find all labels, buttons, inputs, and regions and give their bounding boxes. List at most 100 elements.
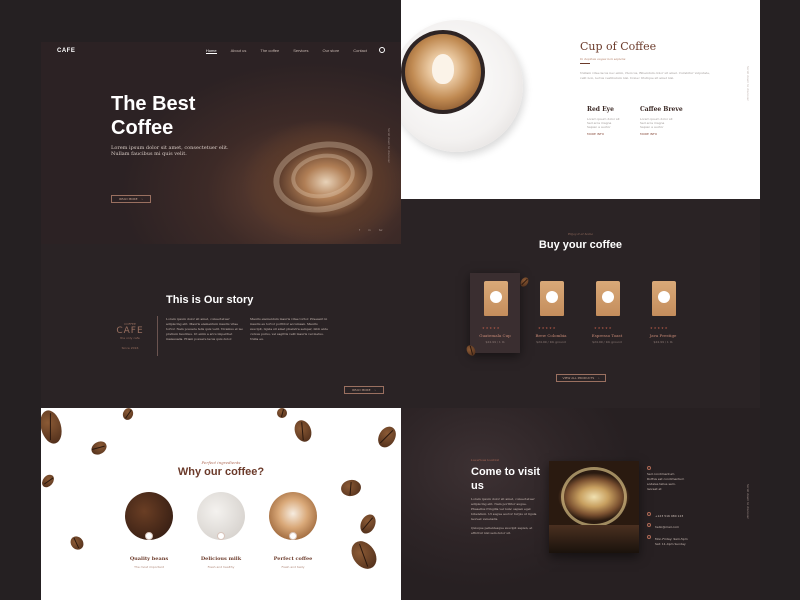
why-sup: Perfect ingredients: [201, 460, 241, 465]
main-nav: Home About us The coffee Services Our st…: [205, 48, 367, 54]
site-logo[interactable]: CAFE: [57, 48, 75, 54]
address-line: laoreet et: [647, 487, 662, 491]
caffee-breve-more-info-link[interactable]: MORE INFO: [640, 132, 695, 136]
view-all-products-button[interactable]: VIEW ALL PRODUCTS ›: [556, 374, 606, 382]
phone-icon: [647, 512, 651, 516]
cup-item-name: Caffee Breve: [640, 106, 683, 113]
product-card-espresso[interactable]: ★★★★★ Espresso Toast $24.99 / 1lb ground: [582, 273, 632, 353]
feature-dot-icon: [145, 532, 153, 540]
email-icon: [647, 523, 651, 527]
cafe-interior-photo: [549, 461, 639, 553]
badge-sub-text: the only cafe: [120, 336, 140, 340]
badge-since-text: Since 2016: [121, 346, 139, 350]
nav-store[interactable]: Our store: [323, 48, 340, 54]
rating-stars: ★★★★★: [650, 326, 669, 330]
address-line: Sed condimentum: [647, 472, 675, 476]
hours-text: Mon-Friday: 9am-5pm: [655, 537, 688, 541]
location-icon: [647, 466, 651, 470]
latte-art: [405, 34, 481, 110]
rating-stars: ★★★★★: [594, 326, 613, 330]
product-name[interactable]: Brew Colombia: [526, 333, 576, 338]
feature-name: Perfect coffee: [273, 556, 313, 562]
rating-stars: ★★★★★: [482, 326, 501, 330]
cup-item-caffee-breve: Caffee Breve Lorem ipsum dolor sit Sed e…: [640, 106, 695, 136]
feature-name: Quality beans: [129, 556, 169, 562]
product-card-java[interactable]: ★★★★★ Java Prestige $24.99 / 1 lb: [638, 273, 688, 353]
coffee-bean-decoration: [374, 423, 400, 451]
product-card-guatemala[interactable]: ★★★★★ Guatemala Cup $24.99 / 1 lb: [470, 273, 520, 353]
product-name[interactable]: Espresso Toast: [582, 333, 632, 338]
buy-title: Buy your coffee: [538, 239, 623, 251]
coffee-bean-decoration: [41, 408, 66, 447]
feature-delicious-milk: Delicious milk Fresh and healthy: [186, 492, 256, 569]
feature-dot-icon: [217, 532, 225, 540]
red-eye-more-info-link[interactable]: MORE INFO: [587, 132, 642, 136]
view-all-products-label: VIEW ALL PRODUCTS: [562, 376, 595, 380]
feature-quality-beans: Quality beans The most important: [114, 492, 184, 569]
story-title: This is Our story: [166, 294, 254, 306]
cup-subtitle: In dapibus augue non sapiens: [580, 57, 626, 61]
nav-services[interactable]: Services: [293, 48, 308, 54]
arrow-right-icon: ›: [141, 197, 143, 201]
latte-heart: [432, 54, 454, 84]
cafe-crowd: [549, 525, 639, 553]
beans-image: [125, 492, 173, 540]
nav-about[interactable]: About us: [231, 48, 247, 54]
badge-main-text: CAFE: [116, 326, 144, 336]
coffee-bean-decoration: [277, 408, 287, 418]
linkedin-icon[interactable]: in: [368, 228, 371, 232]
scroll-hint: Scroll down to discover: [746, 66, 750, 101]
phone-text[interactable]: +123 516 980 123: [655, 514, 683, 518]
cup-title: Cup of Coffee: [580, 40, 657, 53]
product-name[interactable]: Java Prestige: [638, 333, 688, 338]
feature-sub: The most important: [134, 565, 164, 569]
cup-item-bullet: Sapien a auctor: [640, 125, 664, 129]
visit-title: Come to visit us: [471, 466, 541, 492]
product-price: $24.99 / 1lb ground: [592, 340, 622, 344]
visit-description: Lorem ipsum dolor sit amet, consectetuer…: [471, 497, 541, 536]
latte-image: [269, 492, 317, 540]
why-our-coffee-section: Perfect ingredients Why our coffee? Qual…: [41, 408, 401, 600]
coffee-bag-image: [652, 281, 676, 316]
cup-item-name: Red Eye: [587, 106, 614, 113]
twitter-icon[interactable]: tw: [379, 228, 383, 232]
cup-divider: [580, 63, 590, 64]
product-card-colombia[interactable]: ★★★★★ Brew Colombia $24.99 / 1lb ground: [526, 273, 576, 353]
hero-read-more-label: READ MORE: [119, 197, 138, 201]
our-story-section: This is Our story COFFEE CAFE the only c…: [41, 244, 401, 408]
buy-coffee-section: Enjoy it at home Buy your coffee ★★★★★ G…: [401, 199, 760, 408]
hero-read-more-button[interactable]: READ MORE ›: [111, 195, 151, 203]
story-read-more-button[interactable]: READ MORE ›: [344, 386, 384, 394]
cup-of-coffee-section: Cup of Coffee In dapibus augue non sapie…: [401, 0, 760, 199]
rating-stars: ★★★★★: [538, 326, 557, 330]
coffee-bean-decoration: [67, 533, 87, 553]
coffee-bag-image: [540, 281, 564, 316]
story-divider: [157, 316, 158, 356]
facebook-icon[interactable]: f: [359, 228, 360, 232]
scroll-hint: Scroll down to discover: [387, 128, 391, 163]
cup-description: Nullam vitae lacus nec enim, rhoncus, Bi…: [580, 71, 710, 80]
feature-dot-icon: [289, 532, 297, 540]
cup-item-red-eye: Red Eye Lorem ipsum dolor sit Sed eros m…: [587, 106, 642, 136]
feature-perfect-coffee: Perfect coffee Fresh and tasty: [258, 492, 328, 569]
story-text-left: Lorem ipsum dolor sit amet, consectetuer…: [166, 317, 244, 341]
arrow-right-icon: ›: [598, 376, 600, 380]
visit-desc-paragraph: Quisque pellentesque suscipit sapien, et…: [471, 526, 533, 535]
coffee-bean-decoration: [89, 438, 109, 458]
cart-icon[interactable]: [379, 47, 385, 53]
nav-contact[interactable]: Contact: [353, 48, 367, 54]
social-links: f in tw: [359, 228, 382, 232]
hero-title: The Best Coffee: [111, 93, 196, 139]
email-text[interactable]: hello@mail.com: [655, 525, 679, 529]
coffee-cup-image: [401, 20, 523, 152]
cup-item-bullet: Sapien a auctor: [587, 125, 611, 129]
nav-home[interactable]: Home: [205, 48, 217, 54]
nav-coffee[interactable]: The coffee: [260, 48, 279, 54]
coffee-bean-decoration: [346, 536, 382, 574]
product-name[interactable]: Guatemala Cup: [470, 333, 520, 338]
visit-desc-paragraph: Lorem ipsum dolor sit amet, consectetuer…: [471, 497, 537, 521]
cafe-badge: COFFEE CAFE the only cafe Since 2016: [105, 322, 155, 350]
hero-section: CAFE Home About us The coffee Services O…: [41, 42, 401, 244]
arrow-right-icon: ›: [374, 388, 376, 392]
why-title: Why our coffee?: [177, 466, 265, 478]
